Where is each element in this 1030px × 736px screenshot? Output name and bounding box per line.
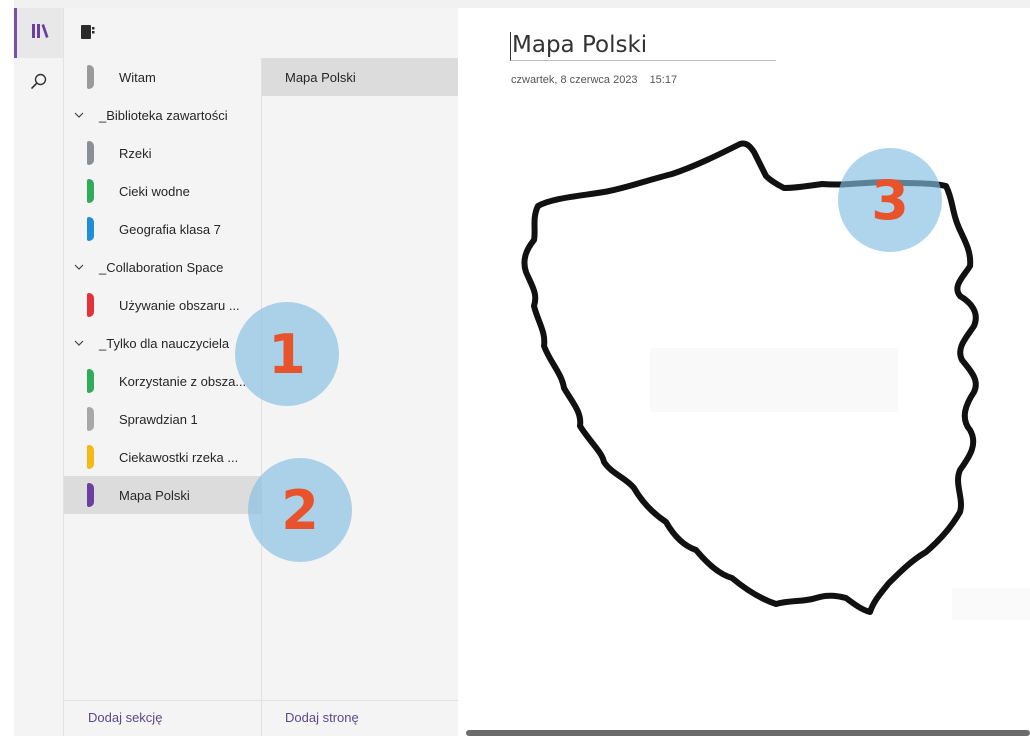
- page-title[interactable]: Mapa Polski: [510, 32, 776, 61]
- section-item[interactable]: Cieki wodne: [64, 172, 261, 210]
- section-tab-icon: [87, 65, 94, 89]
- sections-pane: Witam _Biblioteka zawartości Rzeki Cieki…: [64, 58, 262, 736]
- section-item[interactable]: Korzystanie z obsza...: [64, 362, 261, 400]
- page-time: 15:17: [649, 74, 678, 86]
- section-label: Mapa Polski: [119, 487, 190, 503]
- section-label: Rzeki: [119, 145, 152, 161]
- horizontal-scrollbar[interactable]: [466, 730, 1030, 736]
- notebooks-button[interactable]: [14, 8, 63, 58]
- section-tab-icon: [87, 141, 94, 165]
- section-label: Geografia klasa 7: [119, 221, 221, 237]
- callout-badge: 1: [235, 302, 339, 406]
- section-group[interactable]: _Biblioteka zawartości: [64, 96, 261, 134]
- page-label: Mapa Polski: [285, 69, 356, 85]
- section-label: Witam: [119, 69, 156, 85]
- section-group-label: _Collaboration Space: [99, 259, 224, 275]
- library-icon: [31, 23, 49, 44]
- section-item[interactable]: Geografia klasa 7: [64, 210, 261, 248]
- add-page-button[interactable]: Dodaj stronę: [285, 710, 359, 725]
- section-item[interactable]: Sprawdzian 1: [64, 400, 261, 438]
- page-item-selected[interactable]: Mapa Polski: [262, 58, 458, 96]
- top-bar: [14, 0, 1030, 8]
- section-group-label: _Biblioteka zawartości: [99, 107, 228, 123]
- navigation-rail: [14, 8, 64, 736]
- section-item[interactable]: Witam: [64, 58, 261, 96]
- search-button[interactable]: [14, 58, 63, 108]
- section-group[interactable]: _Tylko dla nauczyciela: [64, 324, 261, 362]
- add-section-button[interactable]: Dodaj sekcję: [88, 710, 162, 725]
- section-item[interactable]: Ciekawostki rzeka ...: [64, 438, 261, 476]
- divider: [64, 700, 458, 701]
- page-canvas[interactable]: Mapa Polski czwartek, 8 czerwca 2023 15:1…: [458, 8, 1030, 736]
- chevron-down-icon[interactable]: [73, 112, 85, 118]
- chevron-down-icon[interactable]: [73, 340, 85, 346]
- search-icon: [30, 72, 48, 95]
- notebook-icon[interactable]: [80, 24, 96, 45]
- navigation-header: [64, 8, 458, 58]
- section-tab-icon: [87, 293, 94, 317]
- section-tab-icon: [87, 369, 94, 393]
- page-timestamp: czwartek, 8 czerwca 2023 15:17: [511, 74, 677, 86]
- window-edge: [0, 0, 14, 736]
- section-group-label: _Tylko dla nauczyciela: [99, 335, 230, 351]
- callout-badge: 2: [248, 458, 352, 562]
- section-label: Ciekawostki rzeka ...: [119, 449, 239, 465]
- section-item[interactable]: Rzeki: [64, 134, 261, 172]
- section-label: Korzystanie z obsza...: [119, 373, 247, 389]
- section-item[interactable]: Używanie obszaru ...: [64, 286, 261, 324]
- section-tab-icon: [87, 445, 94, 469]
- section-label: Sprawdzian 1: [119, 411, 198, 427]
- page-date: czwartek, 8 czerwca 2023: [511, 74, 638, 86]
- section-group[interactable]: _Collaboration Space: [64, 248, 261, 286]
- chevron-down-icon[interactable]: [73, 264, 85, 270]
- section-label: Używanie obszaru ...: [119, 297, 240, 313]
- section-tab-icon: [87, 217, 94, 241]
- section-tab-icon: [87, 407, 94, 431]
- section-tab-icon: [87, 483, 94, 507]
- section-tab-icon: [87, 179, 94, 203]
- section-label: Cieki wodne: [119, 183, 190, 199]
- callout-badge: 3: [838, 148, 942, 252]
- section-item-selected[interactable]: Mapa Polski: [64, 476, 261, 514]
